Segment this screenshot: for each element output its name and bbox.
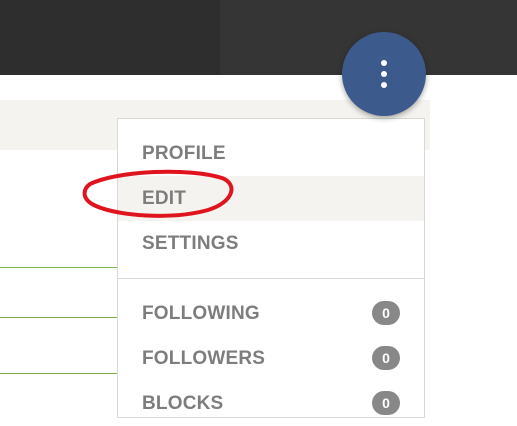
count-badge: 0 — [372, 301, 400, 325]
list-divider — [0, 267, 118, 268]
menu-divider — [118, 278, 424, 279]
menu-item-label: SETTINGS — [142, 233, 239, 254]
count-badge: 0 — [372, 391, 400, 415]
menu-item-label: PROFILE — [142, 143, 226, 164]
menu-item-settings[interactable]: SETTINGS — [118, 221, 424, 266]
dropdown-menu: PROFILE EDIT SETTINGS FOLLOWING 0 FOLLOW… — [117, 118, 425, 418]
menu-item-label: FOLLOWERS — [142, 348, 266, 369]
menu-item-label: FOLLOWING — [142, 303, 260, 324]
more-options-button[interactable] — [342, 32, 426, 116]
menu-item-label: BLOCKS — [142, 393, 224, 414]
menu-item-followers[interactable]: FOLLOWERS 0 — [118, 336, 424, 381]
list-divider — [0, 317, 118, 318]
top-bar — [0, 0, 517, 75]
menu-item-following[interactable]: FOLLOWING 0 — [118, 291, 424, 336]
red-circle-annotation — [82, 169, 234, 218]
menu-item-blocks[interactable]: BLOCKS 0 — [118, 381, 424, 426]
list-divider — [0, 373, 118, 374]
vertical-ellipsis-icon — [381, 60, 387, 66]
count-badge: 0 — [372, 346, 400, 370]
